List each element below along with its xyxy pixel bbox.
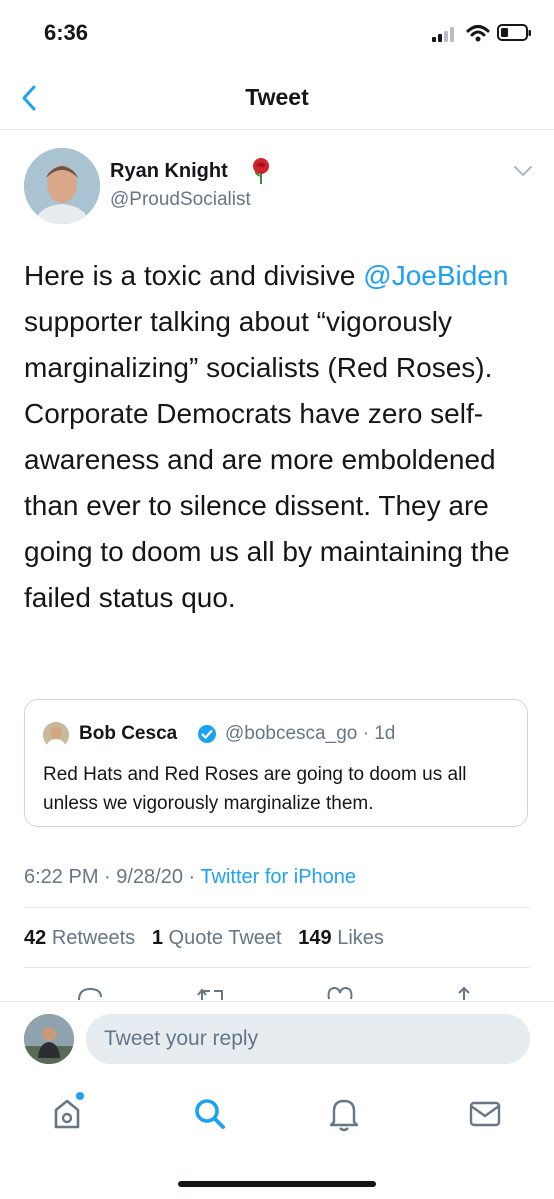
mention-link[interactable]: @JoeBiden xyxy=(363,260,508,291)
search-icon[interactable] xyxy=(193,1097,227,1131)
author-avatar[interactable] xyxy=(24,148,100,224)
verified-badge-icon xyxy=(198,725,216,743)
reply-icon[interactable] xyxy=(76,985,104,1001)
tweet-text: Here is a toxic and divisive @JoeBiden s… xyxy=(24,253,534,621)
tweet-source-link[interactable]: Twitter for iPhone xyxy=(200,866,356,888)
wifi-icon xyxy=(466,25,490,42)
quoted-author-handle: @bobcesca_go · 1d xyxy=(225,723,396,744)
retweet-icon[interactable] xyxy=(196,985,228,1001)
header-divider xyxy=(0,129,554,130)
quote-tweets-stat[interactable]: 1 Quote Tweet xyxy=(152,927,282,949)
author-name[interactable]: Ryan Knight xyxy=(110,160,228,183)
user-avatar[interactable] xyxy=(24,1014,74,1064)
author-handle[interactable]: @ProudSocialist xyxy=(110,189,251,211)
likes-label: Likes xyxy=(337,927,384,949)
messages-icon[interactable] xyxy=(468,1100,502,1128)
notifications-icon[interactable] xyxy=(328,1096,360,1132)
quoted-author-name: Bob Cesca xyxy=(79,723,178,744)
battery-icon xyxy=(497,24,531,41)
share-icon[interactable] xyxy=(452,985,476,1001)
retweets-count: 42 xyxy=(24,927,47,949)
chevron-down-icon[interactable] xyxy=(512,164,534,178)
quote-label: Quote Tweet xyxy=(168,927,282,949)
reply-input[interactable]: Tweet your reply xyxy=(86,1014,530,1064)
like-icon[interactable] xyxy=(326,985,354,1001)
meta-divider xyxy=(24,907,530,908)
red-rose-icon xyxy=(253,158,269,184)
home-indicator xyxy=(178,1181,376,1187)
retweets-label: Retweets xyxy=(51,927,136,949)
home-icon[interactable] xyxy=(52,1092,86,1132)
tweet-timestamp: 6:22 PM · 9/28/20 · xyxy=(24,866,201,888)
stats-divider xyxy=(24,967,530,968)
tweet-text-part2: supporter talking about “vigorously marg… xyxy=(24,306,510,613)
likes-count: 149 xyxy=(298,927,332,949)
quoted-author-avatar xyxy=(43,722,69,748)
retweets-stat[interactable]: 42 Retweets xyxy=(24,927,135,949)
tweet-text-part1: Here is a toxic and divisive xyxy=(24,260,364,291)
cellular-signal-icon xyxy=(432,27,454,42)
quoted-tweet-text: Red Hats and Red Roses are going to doom… xyxy=(43,764,467,814)
quoted-tweet[interactable]: Bob Cesca @bobcesca_go · 1d Red Hats and… xyxy=(24,699,528,827)
page-title: Tweet xyxy=(245,84,309,110)
likes-stat[interactable]: 149 Likes xyxy=(298,927,384,949)
status-time: 6:36 xyxy=(44,20,89,45)
tweet-stats: 42 Retweets 1 Quote Tweet 149 Likes xyxy=(24,927,384,950)
tweet-metadata: 6:22 PM · 9/28/20 · Twitter for iPhone xyxy=(24,866,356,889)
quote-count: 1 xyxy=(151,927,163,949)
